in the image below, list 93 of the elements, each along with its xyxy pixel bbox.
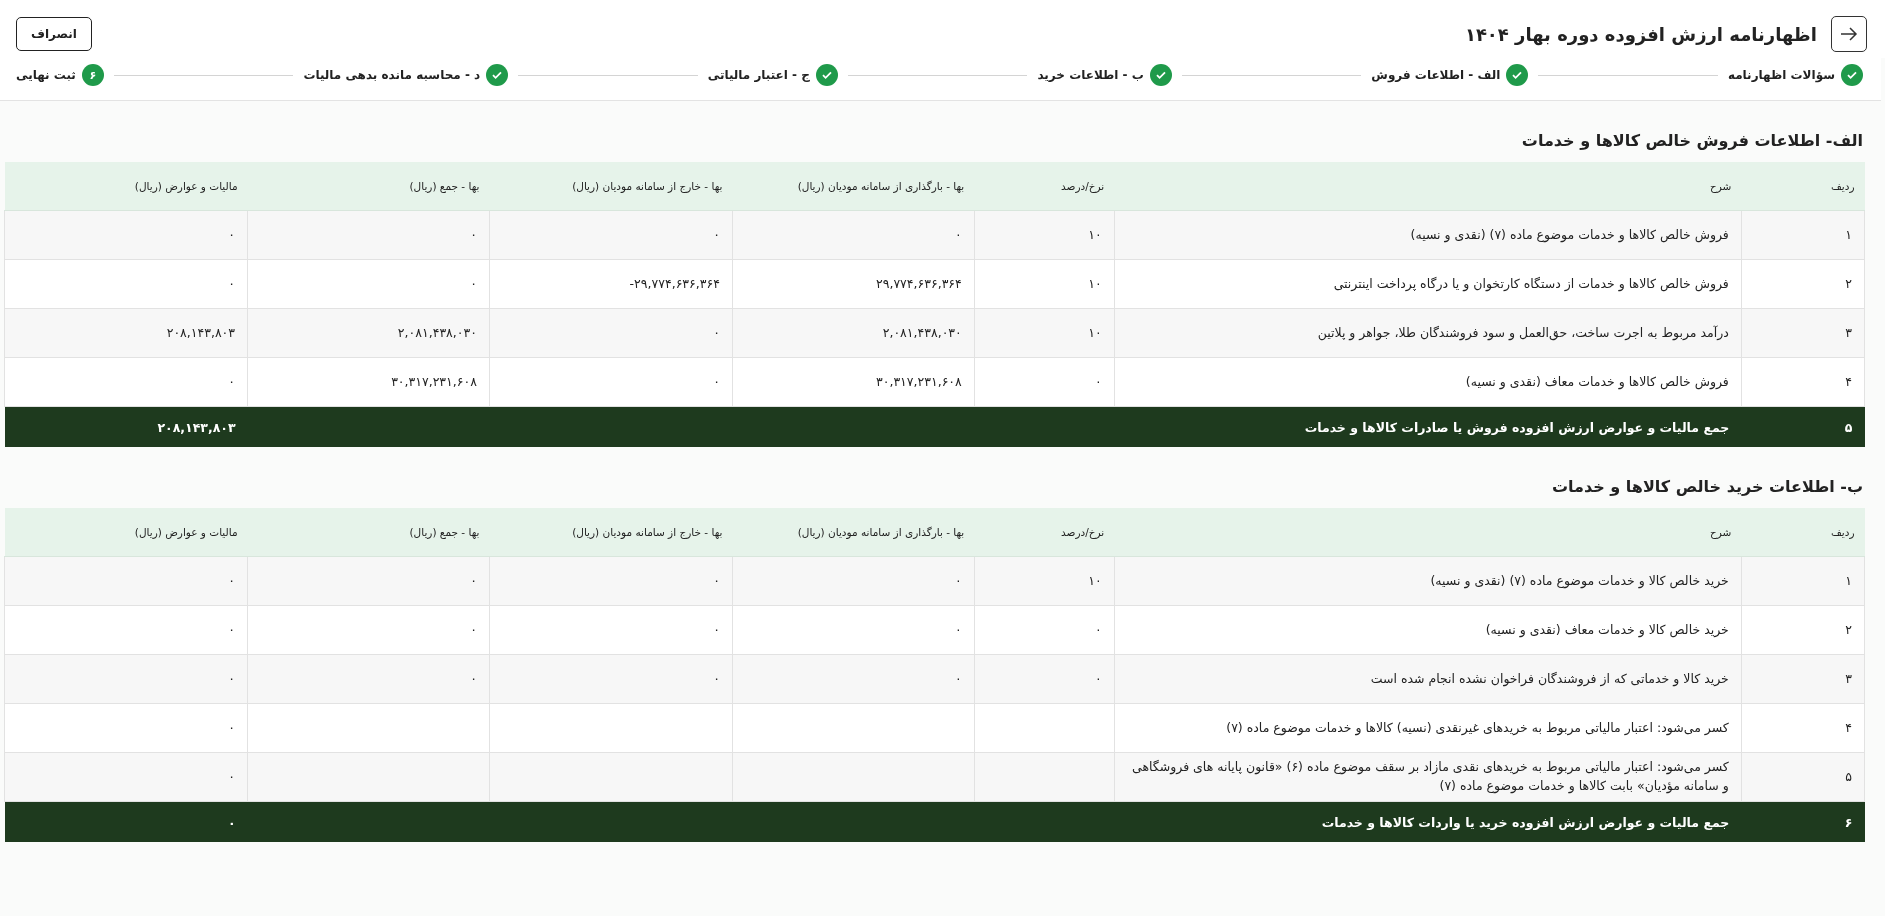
description-text: خرید خالص کالا و خدمات موضوع ماده (۷) (نقدی و نسیه) bbox=[1430, 572, 1729, 588]
table-cell-value: ۰ bbox=[713, 571, 720, 590]
row-number: ۵ bbox=[1844, 419, 1853, 435]
table-cell-value: ۰ bbox=[713, 620, 720, 639]
column-header: بها - جمع (ریال) bbox=[247, 162, 490, 211]
total-label: جمع مالیات و عوارض ارزش افزوده فروش یا صادرات کالاها و خدمات bbox=[1304, 419, 1730, 435]
table-cell-value: ۱۰ bbox=[1088, 225, 1102, 244]
table-cell-value: ۰ bbox=[228, 274, 236, 293]
table-cell-value: ۴ bbox=[1845, 372, 1852, 391]
check-icon bbox=[1511, 69, 1524, 81]
column-header: ردیف bbox=[1741, 508, 1865, 557]
description-text: فروش خالص کالاها و خدمات معاف (نقدی و نسیه) bbox=[1465, 373, 1729, 389]
table-cell-value: ۰ bbox=[713, 372, 720, 391]
step-label[interactable]: سؤالات اظهارنامه bbox=[1727, 68, 1835, 82]
description-text: خرید خالص کالا و خدمات معاف (نقدی و نسیه) bbox=[1485, 621, 1729, 637]
table-cell-value: ۰ bbox=[955, 571, 962, 590]
table-cell-value: ۱ bbox=[1845, 571, 1852, 590]
check-icon bbox=[1154, 69, 1167, 81]
description-text: درآمد مربوط به اجرت ساخت، حق‌العمل و سود فروشندگان طلا، جواهر و پلاتین bbox=[1317, 324, 1729, 340]
total-value: ۲۰۸,۱۴۳,۸۰۳ bbox=[157, 419, 236, 435]
table-cell-value: ۰ bbox=[228, 669, 236, 688]
table-cell-value: ۰ bbox=[713, 323, 720, 342]
column-header: ردیف bbox=[1741, 162, 1865, 211]
table-cell-value: ۲۰۸,۱۴۳,۸۰۳ bbox=[166, 323, 236, 342]
column-header: بها - بارگذاری از سامانه مودیان (ریال) bbox=[732, 162, 975, 211]
column-header: بها - خارج از سامانه مودیان (ریال) bbox=[489, 162, 733, 211]
table-cell-value: ۰ bbox=[955, 620, 962, 639]
table-cell-value: ۰ bbox=[228, 372, 236, 391]
column-header: نرخ/درصد bbox=[974, 508, 1115, 557]
description-text: کسر می‌شود: اعتبار مالیاتی مربوط به خریدهای نقدی مازاد بر سقف موضوع ماده (۶) «قانون پایانه های فروشگاهی و سامانه مؤدیان» بابت کالاها و خدمات موضوع ماده (۷) bbox=[1132, 759, 1729, 793]
table-cell-value: ۰ bbox=[713, 225, 720, 244]
table-cell-value: ۲,۰۸۱,۴۳۸,۰۳۰ bbox=[397, 323, 477, 342]
check-icon bbox=[1846, 69, 1858, 81]
column-header: بها - جمع (ریال) bbox=[247, 508, 490, 557]
table-cell-value: ۱ bbox=[1845, 225, 1852, 244]
table-cell-value: ۰ bbox=[228, 225, 236, 244]
table-cell-value: ۲ bbox=[1845, 620, 1852, 639]
arrow-right-icon bbox=[1840, 27, 1858, 41]
check-icon bbox=[820, 69, 833, 81]
table-cell-value: ۱۰ bbox=[1088, 571, 1102, 590]
total-value: ۰ bbox=[227, 814, 236, 830]
column-header: مالیات و عوارض (ریال) bbox=[4, 162, 248, 211]
table-cell-value: ۰ bbox=[470, 225, 477, 244]
back-button[interactable] bbox=[1831, 16, 1867, 52]
table-cell-value: ۰ bbox=[1095, 372, 1102, 391]
table-cell-value: ۰ bbox=[470, 571, 477, 590]
step-number: ۶ bbox=[81, 64, 104, 86]
table-cell-value: -۲۹,۷۷۴,۶۳۶,۳۶۴ bbox=[629, 274, 720, 293]
table-cell-value: ۰ bbox=[1095, 669, 1102, 688]
total-label: جمع مالیات و عوارض ارزش افزوده خرید یا واردات کالاها و خدمات bbox=[1321, 814, 1730, 830]
column-header: شرح bbox=[1114, 162, 1742, 211]
column-header: بها - بارگذاری از سامانه مودیان (ریال) bbox=[732, 508, 975, 557]
table-cell-value: ۱۰ bbox=[1088, 323, 1102, 342]
cancel-button[interactable]: انصراف bbox=[16, 17, 92, 51]
table-cell-value: ۴ bbox=[1845, 718, 1852, 737]
table-cell-value: ۰ bbox=[1095, 620, 1102, 639]
description-text: خرید کالا و خدماتی که از فروشندگان فراخوان نشده انجام شده است bbox=[1370, 670, 1729, 686]
step-label[interactable]: د - محاسبه مانده بدهی مالیات bbox=[303, 68, 481, 82]
section-title: الف- اطلاعات فروش خالص کالاها و خدمات bbox=[1520, 131, 1864, 150]
table-cell-value: ۰ bbox=[228, 620, 236, 639]
table-cell-value: ۵ bbox=[1845, 767, 1852, 786]
column-header: شرح bbox=[1114, 508, 1742, 557]
step-label[interactable]: ج - اعتبار مالیاتی bbox=[707, 68, 810, 82]
table-cell-value: ۰ bbox=[228, 571, 236, 590]
table-cell-value: ۲ bbox=[1845, 274, 1852, 293]
table-cell-value: ۳۰,۳۱۷,۲۳۱,۶۰۸ bbox=[391, 372, 477, 391]
table-cell-value: ۰ bbox=[470, 620, 477, 639]
table-cell-value: ۳ bbox=[1845, 669, 1852, 688]
row-number: ۶ bbox=[1844, 814, 1853, 830]
table-cell-value: ۰ bbox=[955, 225, 962, 244]
table-cell-value: ۰ bbox=[228, 718, 236, 737]
description-text: کسر می‌شود: اعتبار مالیاتی مربوط به خریدهای غیرنقدی (نسیه) کالاها و خدمات موضوع ماده (۷) bbox=[1226, 719, 1729, 735]
table-cell-value: ۰ bbox=[713, 669, 720, 688]
table-cell-value: ۰ bbox=[470, 669, 477, 688]
table-cell-value: ۳۰,۳۱۷,۲۳۱,۶۰۸ bbox=[876, 372, 962, 391]
column-header: مالیات و عوارض (ریال) bbox=[4, 508, 248, 557]
column-header: بها - خارج از سامانه مودیان (ریال) bbox=[489, 508, 733, 557]
table-cell-value: ۰ bbox=[470, 274, 477, 293]
table-cell-value: ۲,۰۸۱,۴۳۸,۰۳۰ bbox=[882, 323, 962, 342]
step-label[interactable]: الف - اطلاعات فروش bbox=[1371, 68, 1501, 82]
step-label[interactable]: ثبت نهایی bbox=[16, 68, 76, 82]
column-header: نرخ/درصد bbox=[974, 162, 1115, 211]
description-text: فروش خالص کالاها و خدمات از دستگاه کارتخوان و یا درگاه پرداخت اینترنتی bbox=[1333, 275, 1729, 291]
table-cell-value: ۲۹,۷۷۴,۶۳۶,۳۶۴ bbox=[876, 274, 962, 293]
table-cell-value: ۳ bbox=[1845, 323, 1852, 342]
check-icon bbox=[491, 69, 504, 81]
table-cell-value: ۰ bbox=[955, 669, 962, 688]
table-cell-value: ۱۰ bbox=[1088, 274, 1102, 293]
description-text: فروش خالص کالاها و خدمات موضوع ماده (۷) (نقدی و نسیه) bbox=[1410, 226, 1729, 242]
page-title: اظهارنامه ارزش افزوده دوره بهار ۱۴۰۴ bbox=[1464, 23, 1817, 45]
step-label[interactable]: ب - اطلاعات خرید bbox=[1037, 68, 1144, 82]
table-cell-value: ۰ bbox=[228, 767, 236, 786]
section-title: ب- اطلاعات خرید خالص کالاها و خدمات bbox=[1551, 477, 1864, 496]
